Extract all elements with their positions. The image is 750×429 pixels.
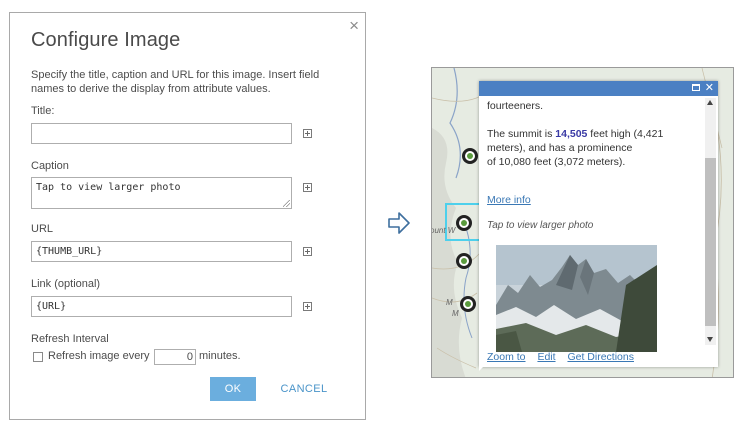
insert-field-title-icon[interactable] <box>303 129 312 138</box>
edit-link[interactable]: Edit <box>537 351 555 363</box>
popup-content: fourteeners. The summit is 14,505 feet h… <box>487 99 699 169</box>
configure-image-dialog: × Configure Image Specify the title, cap… <box>9 12 366 420</box>
map-label: ount W <box>431 226 456 235</box>
ok-button[interactable]: OK <box>210 377 256 401</box>
insert-field-link-icon[interactable] <box>303 302 312 311</box>
close-icon[interactable]: × <box>349 16 359 36</box>
peak-marker-selected[interactable] <box>456 215 472 231</box>
popup-footer: Zoom to Edit Get Directions <box>487 351 643 363</box>
scroll-thumb[interactable] <box>705 158 716 326</box>
caption-label: Caption <box>31 160 69 172</box>
more-info-link[interactable]: More info <box>487 194 531 206</box>
popup-header: ✕ <box>479 81 718 96</box>
cancel-button[interactable]: CANCEL <box>276 377 332 401</box>
summit-elevation: 14,505 <box>555 128 588 140</box>
insert-field-url-icon[interactable] <box>303 247 312 256</box>
peak-marker[interactable] <box>462 148 478 164</box>
popup-summit-line: The summit is 14,505 feet high (4,421 <box>487 127 699 141</box>
insert-field-caption-icon[interactable] <box>303 183 312 192</box>
map-label: M <box>452 309 459 318</box>
map-view[interactable]: ount W M M ✕ fourteeners. The summit is … <box>431 67 734 378</box>
dialog-title: Configure Image <box>31 29 181 51</box>
caption-textarea[interactable]: Tap to view larger photo <box>31 177 292 209</box>
popup-pointer <box>479 364 486 371</box>
map-label: M <box>446 298 453 307</box>
popup-text-line: meters), and has a prominence <box>487 142 633 154</box>
image-caption: Tap to view larger photo <box>487 220 594 231</box>
peak-marker[interactable] <box>460 296 476 312</box>
get-directions-link[interactable]: Get Directions <box>567 351 634 363</box>
title-input[interactable] <box>31 123 292 144</box>
mountain-photo[interactable] <box>496 245 657 352</box>
scroll-down-icon[interactable] <box>707 337 713 342</box>
title-label: Title: <box>31 105 55 117</box>
minutes-label: minutes. <box>199 350 241 362</box>
url-label: URL <box>31 223 54 235</box>
summit-prefix: The summit is <box>487 128 556 140</box>
scroll-up-icon[interactable] <box>707 100 713 105</box>
refresh-checkbox[interactable] <box>33 352 43 362</box>
link-input[interactable]: {URL} <box>31 296 292 317</box>
refresh-label: Refresh image every <box>48 350 150 362</box>
popup-close-icon[interactable]: ✕ <box>705 81 714 96</box>
dialog-description: Specify the title, caption and URL for t… <box>31 69 320 95</box>
summit-suffix: feet high (4,421 <box>587 128 664 140</box>
popup-text-line: fourteeners. <box>487 100 544 112</box>
refresh-interval-heading: Refresh Interval <box>31 333 109 345</box>
refresh-minutes-input[interactable]: 0 <box>154 349 196 365</box>
maximize-icon[interactable] <box>692 84 700 91</box>
popup-scrollbar[interactable] <box>705 98 716 345</box>
info-popup: ✕ fourteeners. The summit is 14,505 feet… <box>479 81 718 367</box>
zoom-to-link[interactable]: Zoom to <box>487 351 526 363</box>
resize-handle-icon[interactable] <box>283 200 290 207</box>
caption-value: Tap to view larger photo <box>36 182 181 193</box>
popup-text-line: of 10,080 feet (3,072 meters). <box>487 156 626 168</box>
url-input[interactable]: {THUMB_URL} <box>31 241 292 262</box>
peak-marker[interactable] <box>456 253 472 269</box>
right-arrow-outline-icon <box>388 212 410 234</box>
link-label: Link (optional) <box>31 278 101 290</box>
